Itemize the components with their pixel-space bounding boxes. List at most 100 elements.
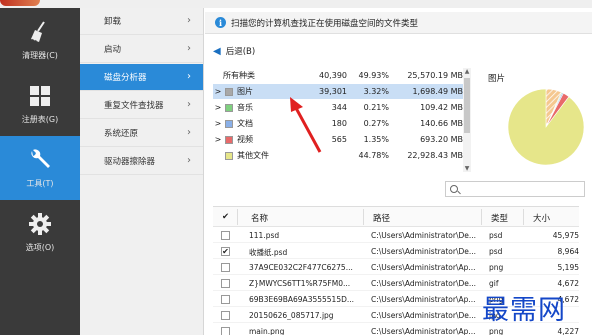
type-count: 40,390	[319, 71, 347, 80]
type-percent: 0.27%	[363, 119, 389, 128]
type-row-all[interactable]: 所有种类 40,390 49.93% 25,570.19 MB	[213, 68, 471, 83]
col-header-path[interactable]: 路径	[373, 212, 390, 224]
row-checkbox[interactable]: ✔	[221, 247, 230, 256]
file-type: png	[489, 263, 504, 272]
type-row-documents[interactable]: > 文档 180 0.27% 140.66 MB	[213, 116, 471, 131]
file-size: 8,964	[557, 247, 579, 256]
menu-item-duplicate-finder[interactable]: 重复文件查找器 ›	[80, 92, 203, 119]
col-header-type[interactable]: 类型	[491, 212, 508, 224]
color-swatch	[225, 135, 233, 144]
sidebar-item-registry[interactable]: 注册表(G)	[0, 72, 80, 136]
types-scrollbar[interactable]: ▲ ▼	[463, 68, 471, 172]
type-row-pictures[interactable]: > 图片 39,301 3.32% 1,698.49 MB	[213, 84, 471, 99]
type-name: 视频	[237, 135, 253, 144]
type-size: 1,698.49 MB	[412, 87, 463, 96]
main-sidebar: 清理器(C) 注册表(G) 工具(T) 选项(O)	[0, 8, 80, 335]
type-size: 693.20 MB	[420, 135, 463, 144]
type-percent: 3.32%	[363, 87, 389, 96]
menu-item-system-restore[interactable]: 系统还原 ›	[80, 120, 203, 147]
expand-icon[interactable]: >	[213, 87, 223, 96]
file-size: 5,195	[557, 263, 579, 272]
chevron-right-icon: ›	[187, 71, 191, 82]
file-type: gif	[489, 279, 499, 288]
color-swatch	[225, 103, 233, 112]
row-checkbox[interactable]	[221, 279, 230, 288]
file-type: psd	[489, 247, 503, 256]
broom-icon	[27, 19, 53, 45]
file-path: C:\Users\Administrator\De...	[371, 279, 477, 288]
type-row-videos[interactable]: > 视频 565 1.35% 693.20 MB	[213, 132, 471, 147]
sidebar-item-options[interactable]: 选项(O)	[0, 200, 80, 264]
file-size: 45,975	[552, 231, 579, 240]
type-percent: 1.35%	[363, 135, 389, 144]
sidebar-item-cleaner[interactable]: 清理器(C)	[0, 8, 80, 72]
file-row[interactable]: 37A9CE032C2F477C6275... C:\Users\Administ…	[213, 260, 579, 275]
type-count: 180	[331, 119, 347, 128]
type-row-music[interactable]: > 音乐 344 0.21% 109.42 MB	[213, 100, 471, 115]
registry-grid-icon	[27, 83, 53, 109]
type-count: 565	[331, 135, 347, 144]
search-input[interactable]	[445, 181, 585, 197]
type-size: 109.42 MB	[420, 103, 463, 112]
info-icon: i	[215, 17, 226, 28]
type-size: 22,928.43 MB	[407, 151, 463, 160]
type-name: 所有种类	[223, 71, 255, 80]
chevron-right-icon: ›	[187, 43, 191, 54]
type-count: 39,301	[319, 87, 347, 96]
back-button-label: 后退(B)	[225, 47, 256, 57]
file-row[interactable]: 111.psd C:\Users\Administrator\De... psd 45…	[213, 228, 579, 243]
app-window: 清理器(C) 注册表(G) 工具(T) 选项(O) 卸载 › 启动 › 磁盘分析…	[0, 0, 592, 335]
file-row[interactable]: ✔ 收播纸.psd C:\Users\Administrator\De... psd 8…	[213, 244, 579, 259]
file-size: 4,672	[557, 279, 579, 288]
type-percent: 49.93%	[358, 71, 389, 80]
menu-item-label: 磁盘分析器	[104, 73, 147, 83]
row-checkbox[interactable]	[221, 311, 230, 320]
select-all-checkbox[interactable]: ✔	[222, 212, 229, 222]
color-swatch	[225, 87, 233, 96]
type-name: 文档	[237, 119, 253, 128]
menu-item-uninstall[interactable]: 卸载 ›	[80, 8, 203, 35]
disk-analyzer-panel: i 扫描您的计算机查找正在使用磁盘空间的文件类型 ◀ 后退(B) 所有种类 40…	[205, 8, 592, 335]
expand-icon[interactable]: >	[213, 119, 223, 128]
file-path: C:\Users\Administrator\Ap...	[371, 295, 476, 304]
row-checkbox[interactable]	[221, 263, 230, 272]
type-size: 140.66 MB	[420, 119, 463, 128]
chevron-right-icon: ›	[187, 127, 191, 138]
file-name: 111.psd	[249, 231, 280, 240]
watermark-text: 最需网	[482, 295, 566, 326]
menu-item-label: 驱动器擦除器	[104, 157, 156, 167]
file-name: Z}MWYCS6TT1%R75FM0...	[249, 279, 351, 288]
scrollbar-thumb[interactable]	[464, 78, 470, 133]
file-size: 4,227	[557, 327, 579, 335]
col-header-name[interactable]: 名称	[251, 212, 268, 224]
sidebar-item-tools[interactable]: 工具(T)	[0, 136, 80, 200]
scroll-down-icon[interactable]: ▼	[463, 165, 471, 172]
type-row-other[interactable]: 其他文件 44.78% 22,928.43 MB	[213, 148, 471, 163]
menu-item-startup[interactable]: 启动 ›	[80, 36, 203, 63]
row-checkbox[interactable]	[221, 327, 230, 335]
sidebar-item-label: 工具(T)	[26, 179, 54, 188]
usage-pie-chart	[507, 88, 585, 166]
file-name: main.png	[249, 327, 285, 335]
expand-icon[interactable]: >	[213, 103, 223, 112]
expand-icon[interactable]: >	[213, 135, 223, 144]
file-name: 69B3E69BA69A3555515D...	[249, 295, 355, 304]
scroll-up-icon[interactable]: ▲	[463, 68, 471, 75]
row-checkbox[interactable]	[221, 295, 230, 304]
col-header-size[interactable]: 大小	[533, 212, 550, 224]
menu-item-drive-wiper[interactable]: 驱动器擦除器 ›	[80, 148, 203, 175]
type-name: 其他文件	[237, 151, 269, 160]
menu-item-label: 系统还原	[104, 129, 139, 139]
search-icon	[450, 185, 458, 193]
back-button[interactable]: ◀ 后退(B)	[213, 44, 255, 58]
type-name: 图片	[237, 87, 253, 96]
chevron-right-icon: ›	[187, 155, 191, 166]
info-text: 扫描您的计算机查找正在使用磁盘空间的文件类型	[231, 18, 419, 29]
type-name: 音乐	[237, 103, 253, 112]
wrench-icon	[27, 147, 53, 173]
file-type: png	[489, 327, 504, 335]
type-count: 344	[331, 103, 347, 112]
row-checkbox[interactable]	[221, 231, 230, 240]
sidebar-item-label: 清理器(C)	[22, 51, 58, 60]
menu-item-disk-analyzer[interactable]: 磁盘分析器 ›	[80, 64, 203, 91]
